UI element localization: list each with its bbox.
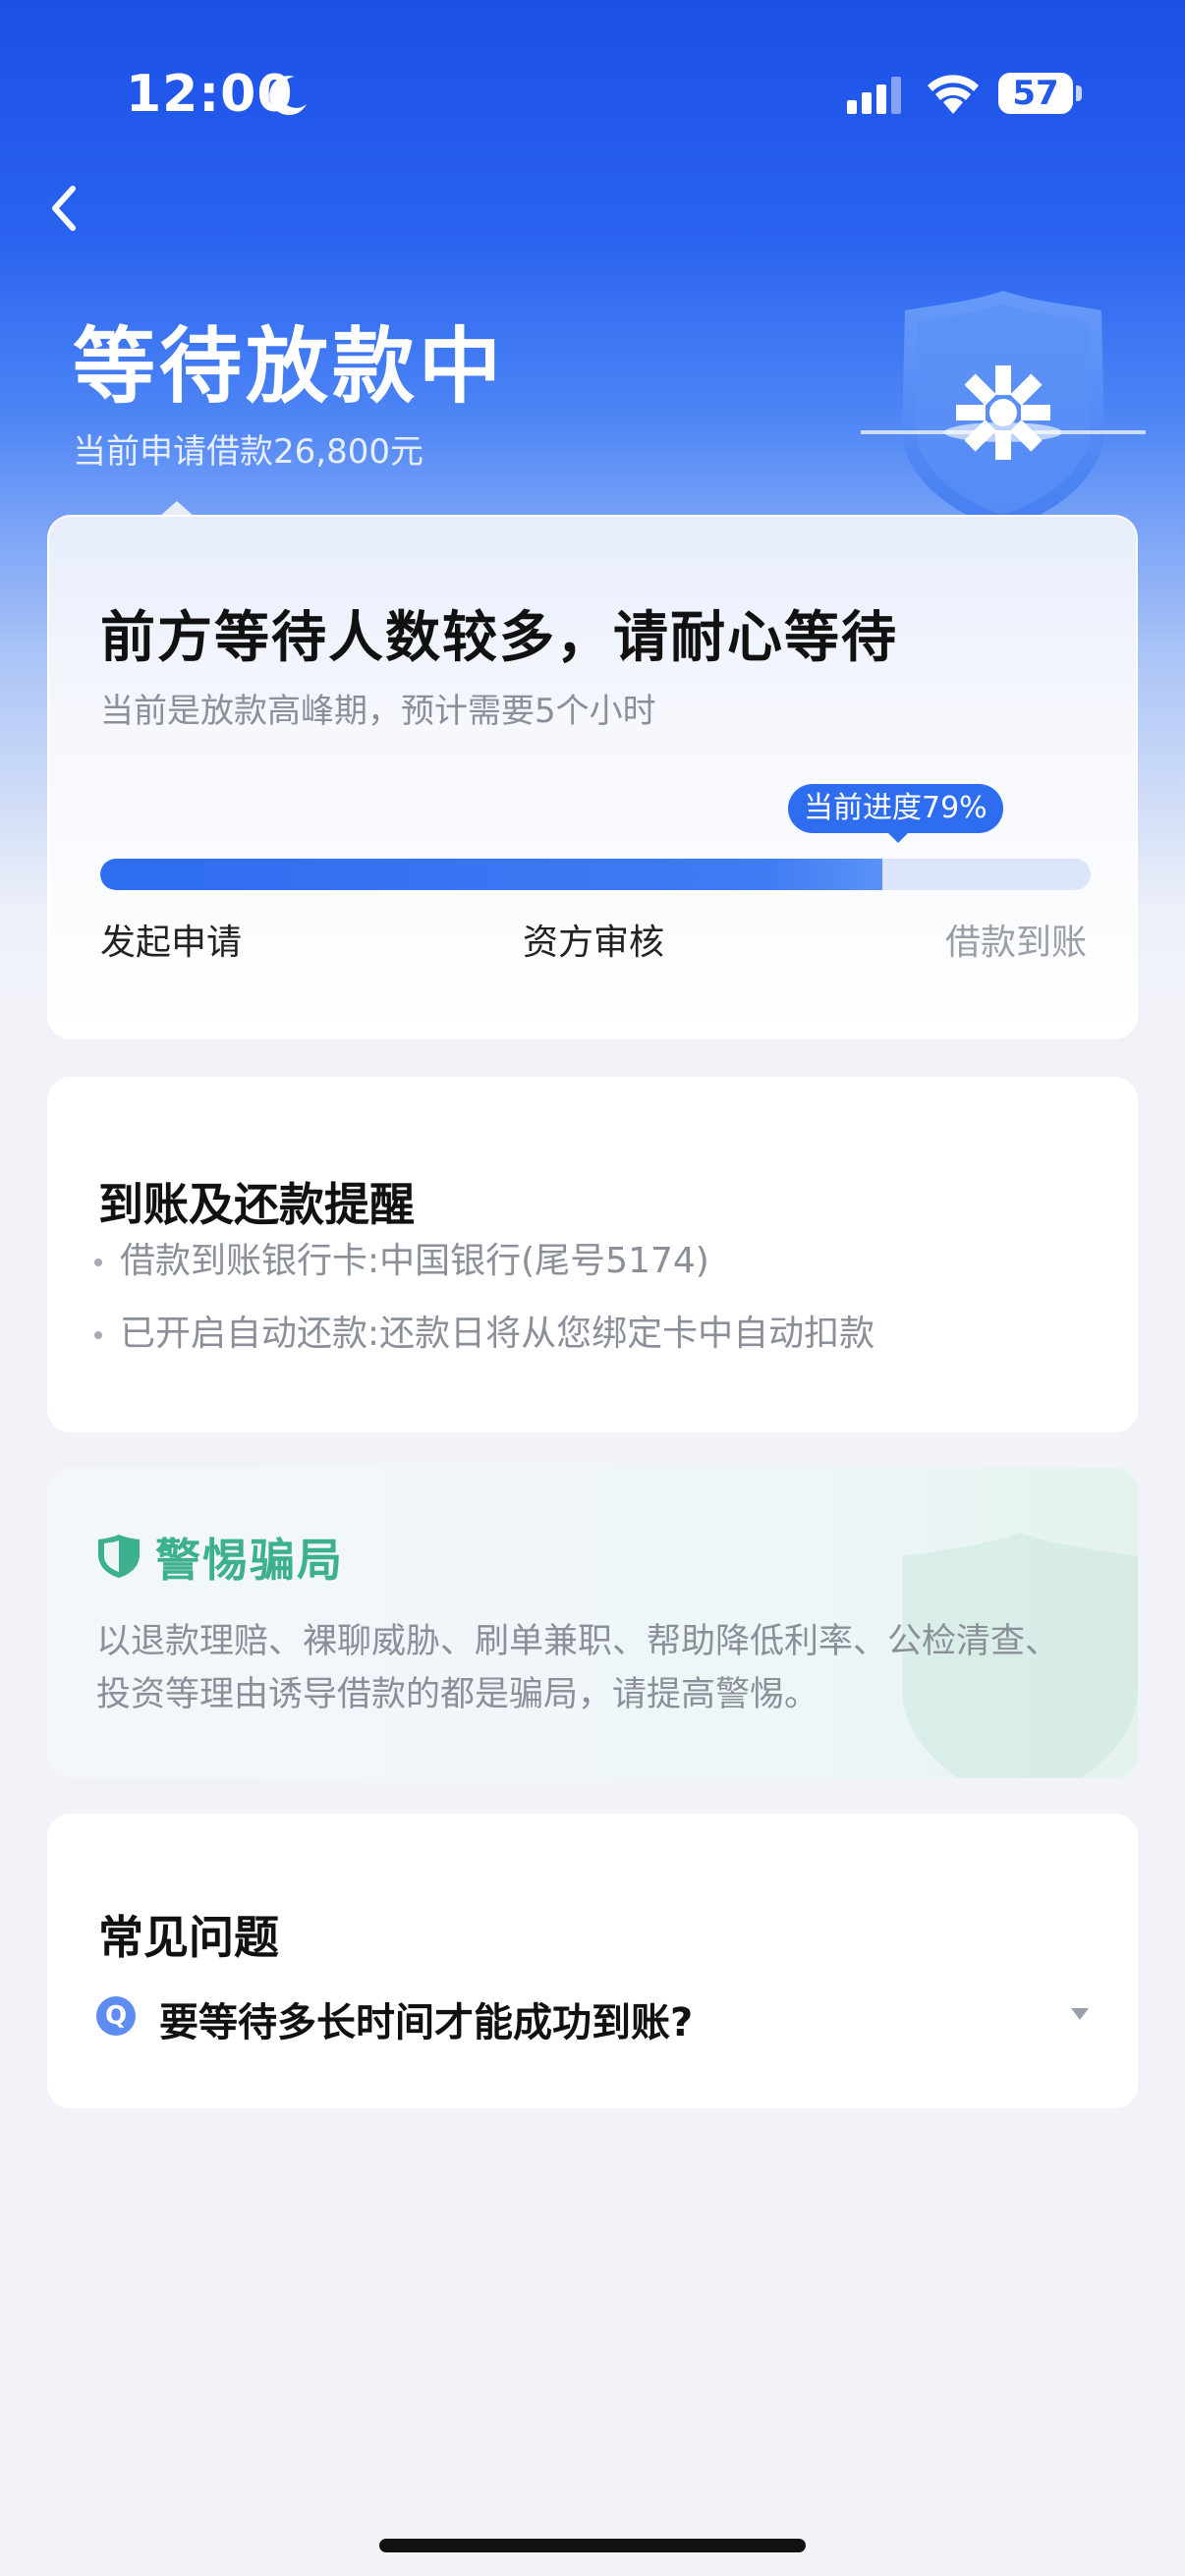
progress-card: 前方等待人数较多，请耐心等待 当前是放款高峰期，预计需要5个小时 当前进度79%… [47, 515, 1138, 1039]
faq-card: 常见问题 Q 要等待多长时间才能成功到账? [47, 1814, 1138, 2108]
reminder-title: 到账及还款提醒 [98, 1178, 415, 1231]
chevron-left-icon[interactable] [45, 179, 85, 238]
wifi-icon [928, 75, 979, 114]
step-arrival: 借款到账 [944, 923, 1087, 963]
shield-icon [98, 1535, 140, 1578]
battery-tip [1076, 85, 1082, 101]
wait-subtitle: 当前是放款高峰期，预计需要5个小时 [100, 692, 656, 731]
fraud-title: 警惕骗局 [155, 1534, 344, 1587]
home-indicator[interactable] [379, 2539, 806, 2552]
faq-title: 常见问题 [98, 1911, 279, 1964]
reminder-item: 已开启自动还款:还款日将从您绑定卡中自动扣款 [94, 1305, 875, 1356]
progress-fill [100, 859, 883, 890]
caret-down-icon[interactable] [1071, 2008, 1089, 2020]
fraud-text: 以退款理赔、裸聊威胁、刷单兼职、帮助降低利率、公检清查、投资等理由诱导借款的都是… [96, 1622, 1060, 1714]
question-badge: Q [96, 1996, 136, 2036]
progress-tooltip: 当前进度79% [788, 784, 1003, 833]
reminder-card: 到账及还款提醒 借款到账银行卡:中国银行(尾号5174) 已开启自动还款:还款日… [47, 1077, 1138, 1432]
cellular-signal-icon [847, 77, 901, 114]
progress-track [100, 859, 1091, 890]
step-review: 资方审核 [523, 923, 665, 963]
page-title: 等待放款中 [73, 318, 506, 415]
loan-amount-subtitle: 当前申请借款26,800元 [73, 432, 423, 472]
step-apply: 发起申请 [100, 923, 243, 963]
fraud-warning-card: 警惕骗局 以退款理赔、裸聊威胁、刷单兼职、帮助降低利率、公检清查、投资等理由诱导… [47, 1468, 1138, 1778]
shield-logo-icon [861, 291, 1146, 531]
wait-title: 前方等待人数较多，请耐心等待 [100, 606, 898, 670]
progress-tooltip-arrow [888, 833, 908, 843]
moon-icon [269, 76, 307, 116]
reminder-item: 借款到账银行卡:中国银行(尾号5174) [94, 1232, 709, 1283]
faq-question[interactable]: 要等待多长时间才能成功到账? [159, 1990, 693, 2047]
battery-indicator: 57 [998, 73, 1073, 114]
